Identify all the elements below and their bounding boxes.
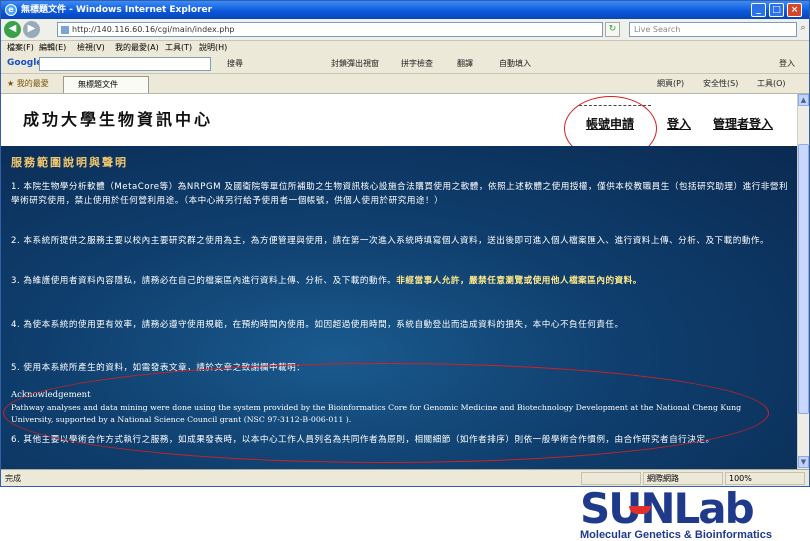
vertical-scrollbar[interactable]: ▲ ▼ xyxy=(797,94,809,469)
scroll-down-icon[interactable]: ▼ xyxy=(798,456,809,468)
google-toolbar: Google 搜尋 封鎖彈出視窗 拼字檢查 翻譯 自動填入 登入 xyxy=(1,55,809,74)
menu-file[interactable]: 檔案(F) xyxy=(7,41,34,55)
safety-menu-button[interactable]: 安全性(S) xyxy=(703,74,738,94)
title-bar: e 無標題文件 - Windows Internet Explorer _ □ … xyxy=(1,1,809,19)
refresh-icon[interactable]: ↻ xyxy=(605,22,620,37)
nav-admin-login[interactable]: 管理者登入 xyxy=(713,115,773,132)
google-search-input[interactable] xyxy=(39,57,211,71)
paragraph-2: 2. 本系統所提供之服務主要以校內主要研究群之使用為主，為方便管理與使用，請在第… xyxy=(11,236,770,246)
page-icon xyxy=(61,26,69,34)
favorites-label: 我的最愛 xyxy=(16,79,49,88)
sunlab-logo: SUNLab Molecular Genetics & Bioinformati… xyxy=(580,485,802,541)
menu-bar: 檔案(F) 編輯(E) 檢視(V) 我的最愛(A) 工具(T) 說明(H) xyxy=(1,41,809,55)
address-input[interactable]: http://140.116.60.16/cgi/main/index.php xyxy=(57,22,603,37)
browser-window: e 無標題文件 - Windows Internet Explorer _ □ … xyxy=(0,0,810,487)
tab-current[interactable]: 無標題文件 xyxy=(63,76,149,93)
paragraph-1: 1. 本院生物學分析軟體（MetaCore等）為NRPGM 及國衛院等單位所補助… xyxy=(11,182,789,206)
favorites-row: ★ 我的最愛 無標題文件 網頁(P) 安全性(S) 工具(O) xyxy=(1,74,809,94)
scroll-thumb[interactable] xyxy=(798,144,809,414)
tab-title: 無標題文件 xyxy=(78,80,118,89)
close-icon[interactable]: × xyxy=(787,3,802,17)
search-placeholder: Live Search xyxy=(634,25,681,34)
popup-blocker-button[interactable]: 封鎖彈出視窗 xyxy=(331,58,379,70)
back-icon[interactable]: ◀ xyxy=(4,21,21,38)
minimize-icon[interactable]: _ xyxy=(751,3,766,17)
paragraph-3-text: 3. 為維護使用者資料內容隱私，請務必在自己的檔案區內進行資料上傳、分析、及下載… xyxy=(11,276,397,286)
scroll-up-icon[interactable]: ▲ xyxy=(798,94,809,106)
status-text: 完成 xyxy=(5,474,21,483)
section-title: 服務範圍說明與聲明 xyxy=(11,156,128,169)
paragraph-3-bold: 非經當事人允許，嚴禁任意瀏覽或使用他人檔案區內的資料。 xyxy=(396,276,642,286)
logo-subtitle: Molecular Genetics & Bioinformatics xyxy=(580,529,800,541)
window-title: 無標題文件 - Windows Internet Explorer xyxy=(21,5,213,15)
paragraph-3: 3. 為維護使用者資料內容隱私，請務必在自己的檔案區內進行資料上傳、分析、及下載… xyxy=(11,274,789,288)
menu-tools[interactable]: 工具(T) xyxy=(165,41,192,55)
sign-in-button[interactable]: 登入 xyxy=(779,58,795,70)
page-menu-button[interactable]: 網頁(P) xyxy=(657,74,684,94)
search-input[interactable]: Live Search xyxy=(629,22,797,37)
favorites-button[interactable]: ★ 我的最愛 xyxy=(7,74,49,94)
annotation-ellipse xyxy=(3,363,769,463)
google-logo: Google xyxy=(7,58,43,68)
address-bar-row: ◀ ▶ http://140.116.60.16/cgi/main/index.… xyxy=(1,19,809,41)
menu-edit[interactable]: 編輯(E) xyxy=(39,41,66,55)
site-title: 成功大學生物資訊中心 xyxy=(23,110,214,129)
forward-icon[interactable]: ▶ xyxy=(23,21,40,38)
autofill-button[interactable]: 自動填入 xyxy=(499,58,531,70)
menu-view[interactable]: 檢視(V) xyxy=(77,41,105,55)
menu-favorites[interactable]: 我的最愛(A) xyxy=(115,41,159,55)
site-header: 成功大學生物資訊中心 帳號申請 登入 管理者登入 xyxy=(1,94,797,161)
nav-login[interactable]: 登入 xyxy=(667,115,691,132)
paragraph-4: 4. 為使本系統的使用更有效率，請務必遵守使用規範，在預約時間內使用。如因超過使… xyxy=(11,320,624,330)
ie-icon: e xyxy=(5,4,17,16)
translate-button[interactable]: 翻譯 xyxy=(457,58,473,70)
search-icon[interactable]: ⌕ xyxy=(798,22,808,37)
tools-menu-button[interactable]: 工具(O) xyxy=(757,74,786,94)
maximize-icon[interactable]: □ xyxy=(769,3,784,17)
spellcheck-button[interactable]: 拼字檢查 xyxy=(401,58,433,70)
menu-help[interactable]: 說明(H) xyxy=(199,41,227,55)
logo-text: SUNLab xyxy=(580,484,755,533)
url-text: http://140.116.60.16/cgi/main/index.php xyxy=(72,25,235,34)
google-search-button[interactable]: 搜尋 xyxy=(227,58,243,70)
